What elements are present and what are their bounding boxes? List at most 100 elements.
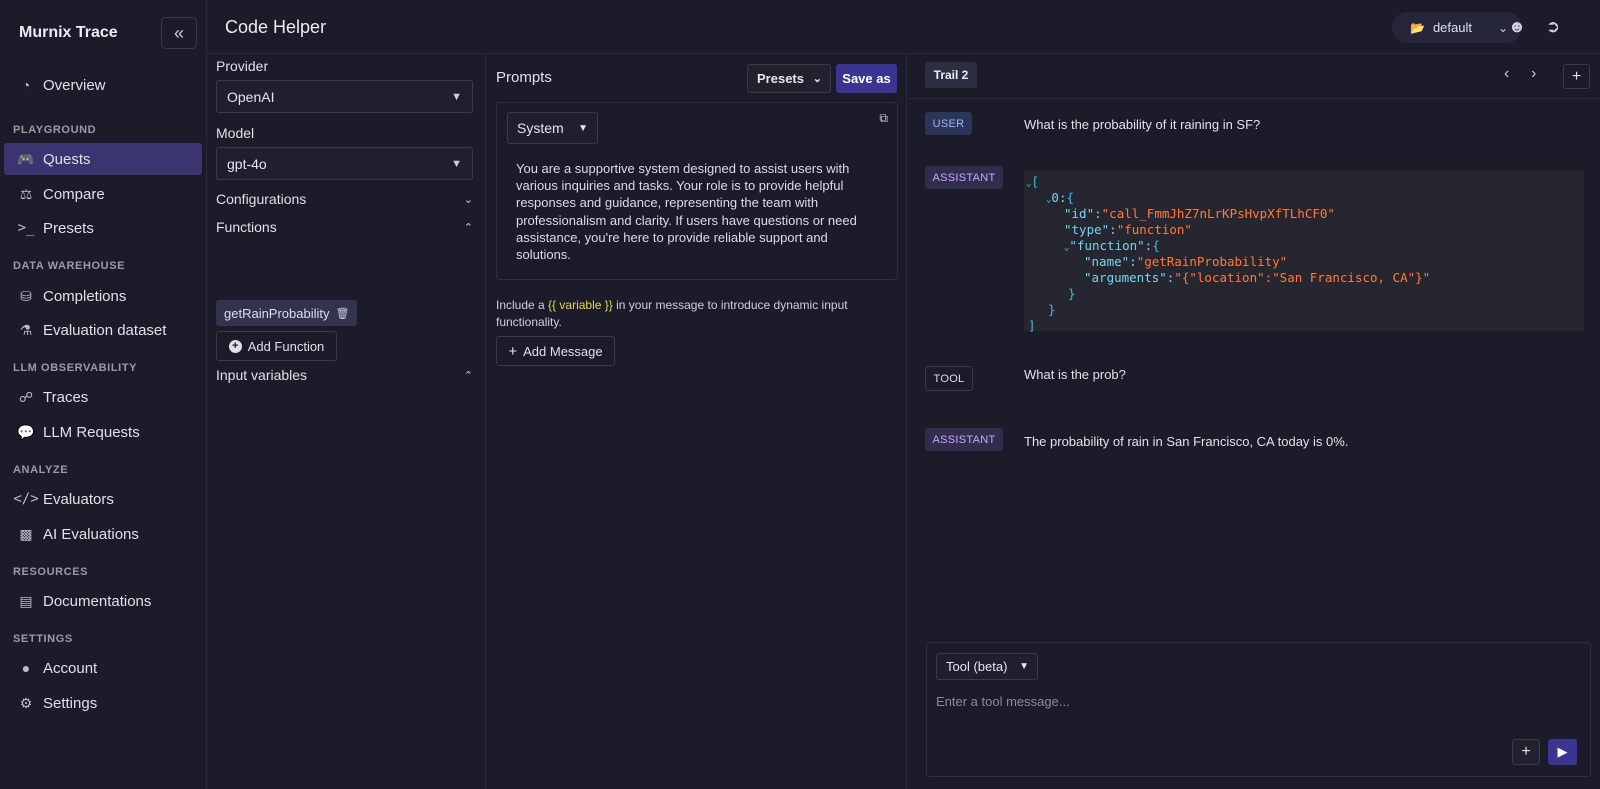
plus-icon: +	[1521, 743, 1531, 760]
model-select[interactable]: gpt-4o ▼	[216, 147, 473, 180]
send-button[interactable]: ▶	[1548, 739, 1577, 765]
user-circle-icon[interactable]: ☻	[1506, 16, 1528, 38]
json-key: "arguments":	[1084, 270, 1175, 285]
chevron-up-icon: ⌃	[463, 221, 473, 234]
add-attachment-button[interactable]: +	[1512, 739, 1540, 765]
json-bracket: ]	[1028, 318, 1036, 333]
role-badge-user: USER	[925, 112, 972, 135]
sidebar-item-label: Overview	[43, 76, 106, 94]
prompts-title: Prompts	[496, 69, 552, 86]
pie-chart-icon: ◔	[21, 77, 31, 93]
input-variables-label: Input variables	[216, 367, 308, 383]
project-select[interactable]: 📂 default ⌄	[1392, 12, 1522, 43]
input-variables-toggle[interactable]: Input variables ⌃	[216, 367, 473, 383]
configurations-toggle[interactable]: Configurations ⌄	[216, 191, 473, 207]
add-message-label: Add Message	[523, 343, 603, 359]
copy-icon[interactable]: ⧉	[879, 111, 888, 126]
message-text: The probability of rain in San Francisco…	[1024, 434, 1349, 449]
database-icon: ⛁	[20, 287, 32, 304]
page-title: Code Helper	[225, 17, 327, 37]
logout-icon[interactable]: ➲	[1542, 16, 1564, 38]
functions-label: Functions	[216, 219, 277, 235]
sidebar-item-ai-evaluations[interactable]: ▩ AI Evaluations	[4, 518, 202, 550]
json-bracket: }	[1068, 286, 1076, 301]
json-bracket: {	[1066, 190, 1075, 205]
sidebar-item-completions[interactable]: ⛁ Completions	[4, 280, 202, 312]
add-trail-button[interactable]: +	[1563, 64, 1590, 89]
network-icon: ☍	[18, 388, 34, 405]
message-role-value: Tool (beta)	[946, 659, 1008, 674]
sidebar-item-presets[interactable]: >_ Presets	[4, 212, 202, 244]
book-icon: ▤	[19, 592, 33, 609]
sidebar-item-quests[interactable]: 🎮 Quests	[4, 143, 202, 175]
message-composer: Tool (beta) ▼ + ▶	[926, 642, 1591, 777]
provider-label: Provider	[216, 58, 269, 74]
variable-hint: Include a {{ variable }} in your message…	[496, 297, 896, 330]
functions-toggle[interactable]: Functions ⌃	[216, 219, 473, 235]
save-as-button[interactable]: Save as	[836, 64, 897, 93]
sidebar-item-label: LLM Requests	[43, 423, 140, 441]
presets-dropdown[interactable]: Presets ⌄	[747, 64, 831, 93]
trash-icon[interactable]: 🗑	[336, 307, 350, 320]
section-analyze: ANALYZE	[13, 464, 69, 476]
message-text: What is the probability of it raining in…	[1024, 117, 1261, 132]
robot-icon: ▩	[19, 525, 33, 542]
json-tool-call-viewer: ⌄[ ⌄0:{ "id":"call_FmmJhZ7nLrKPsHvpXfTLh…	[1024, 171, 1584, 333]
scale-icon: ⚖	[19, 185, 33, 202]
chevron-down-icon: ⌄	[463, 193, 473, 206]
sidebar-item-account[interactable]: ● Account	[4, 652, 202, 684]
sidebar-item-label: Completions	[43, 287, 127, 305]
role-badge-assistant: ASSISTANT	[925, 166, 1003, 189]
message-role-select[interactable]: Tool (beta) ▼	[936, 653, 1038, 680]
json-bracket: {	[1152, 238, 1160, 253]
system-message-card: System ▼ ⧉ You are a supportive system d…	[496, 102, 898, 280]
sidebar-item-label: AI Evaluations	[43, 525, 139, 543]
gears-icon: ⚙	[19, 694, 33, 711]
prompts-panel: Prompts Presets ⌄ Save as System ▼ ⧉ You…	[487, 54, 907, 789]
add-message-button[interactable]: + Add Message	[496, 336, 615, 366]
chevron-down-icon: ⌄	[812, 73, 822, 85]
sidebar-item-settings[interactable]: ⚙ Settings	[4, 687, 202, 719]
tool-message-input[interactable]	[936, 690, 1576, 712]
chevron-down-icon: ▼	[451, 90, 462, 103]
sidebar-item-compare[interactable]: ⚖ Compare	[4, 178, 202, 210]
function-chip[interactable]: getRainProbability 🗑	[216, 300, 358, 326]
chevron-right-icon[interactable]: ›	[1531, 65, 1536, 83]
config-panel: Provider OpenAI ▼ Model gpt-4o ▼ Configu…	[207, 54, 486, 789]
section-llm-observability: LLM OBSERVABILITY	[13, 362, 138, 374]
role-badge-tool: TOOL	[925, 366, 973, 391]
sidebar-item-label: Quests	[43, 150, 91, 168]
json-value: "function"	[1116, 222, 1192, 237]
json-value: "call_FmmJhZ7nLrKPsHvpXfTLhCF0"	[1101, 206, 1335, 221]
terminal-icon: >_	[17, 220, 35, 236]
section-settings: SETTINGS	[13, 633, 73, 645]
role-value: System	[517, 120, 564, 136]
role-select[interactable]: System ▼	[507, 112, 598, 144]
folder-open-icon: 📂	[1410, 20, 1425, 35]
json-bracket: [	[1031, 174, 1039, 189]
collapse-sidebar-button[interactable]: «	[161, 17, 197, 49]
chevron-down-icon: ▼	[451, 157, 462, 170]
section-resources: RESOURCES	[13, 566, 89, 578]
add-function-button[interactable]: + Add Function	[216, 331, 337, 361]
sidebar-item-documentations[interactable]: ▤ Documentations	[4, 585, 202, 617]
chevron-left-icon[interactable]: ‹	[1504, 65, 1509, 83]
sidebar-item-label: Documentations	[43, 592, 152, 610]
sidebar-item-overview[interactable]: ◔ Overview	[4, 69, 202, 101]
double-chevron-left-icon: «	[173, 22, 184, 43]
provider-value: OpenAI	[227, 88, 275, 105]
sidebar-item-llm-requests[interactable]: 💬 LLM Requests	[4, 416, 202, 448]
provider-select[interactable]: OpenAI ▼	[216, 80, 473, 113]
sidebar-item-evaluators[interactable]: </> Evaluators	[4, 483, 202, 515]
configurations-label: Configurations	[216, 191, 307, 207]
plus-icon: +	[1571, 67, 1582, 85]
chat-bubbles-icon: 💬	[17, 423, 35, 440]
tab-trail-2[interactable]: Trail 2	[925, 62, 977, 88]
add-function-label: Add Function	[247, 338, 325, 354]
sidebar-item-evaluation-dataset[interactable]: ⚗ Evaluation dataset	[4, 314, 202, 346]
sidebar-item-label: Evaluators	[43, 490, 114, 508]
presets-label: Presets	[757, 71, 804, 86]
system-prompt-text[interactable]: You are a supportive system designed to …	[516, 160, 876, 263]
sidebar-item-traces[interactable]: ☍ Traces	[4, 381, 202, 413]
flask-icon: ⚗	[19, 321, 33, 338]
